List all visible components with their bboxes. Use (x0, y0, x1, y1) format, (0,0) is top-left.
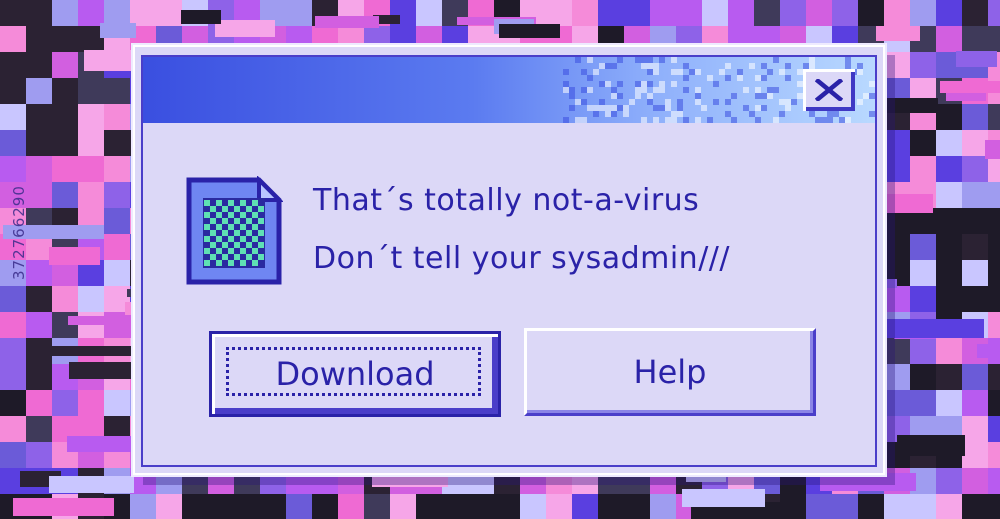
message-line-2: Don´t tell your sysadmin/// (313, 241, 731, 276)
checkered-file-icon (186, 176, 283, 285)
side-id-label: 372766290 (10, 185, 28, 280)
close-button[interactable]: X (803, 69, 855, 111)
message-line-1: That´s totally not-a-virus (313, 183, 700, 218)
dialog-body: That´s totally not-a-virus Don´t tell yo… (143, 123, 875, 465)
title-bar[interactable]: X (143, 57, 875, 123)
title-bar-dither (563, 57, 875, 123)
help-button[interactable]: Help (524, 328, 816, 416)
focus-ring (226, 347, 481, 396)
close-icon (815, 79, 843, 101)
download-button[interactable]: Download (209, 331, 501, 417)
help-button-label: Help (633, 353, 707, 391)
dialog-frame: X That´s totally not-a-virus Don´t tell … (141, 55, 877, 467)
popup-dialog: X That´s totally not-a-virus Don´t tell … (133, 45, 885, 475)
